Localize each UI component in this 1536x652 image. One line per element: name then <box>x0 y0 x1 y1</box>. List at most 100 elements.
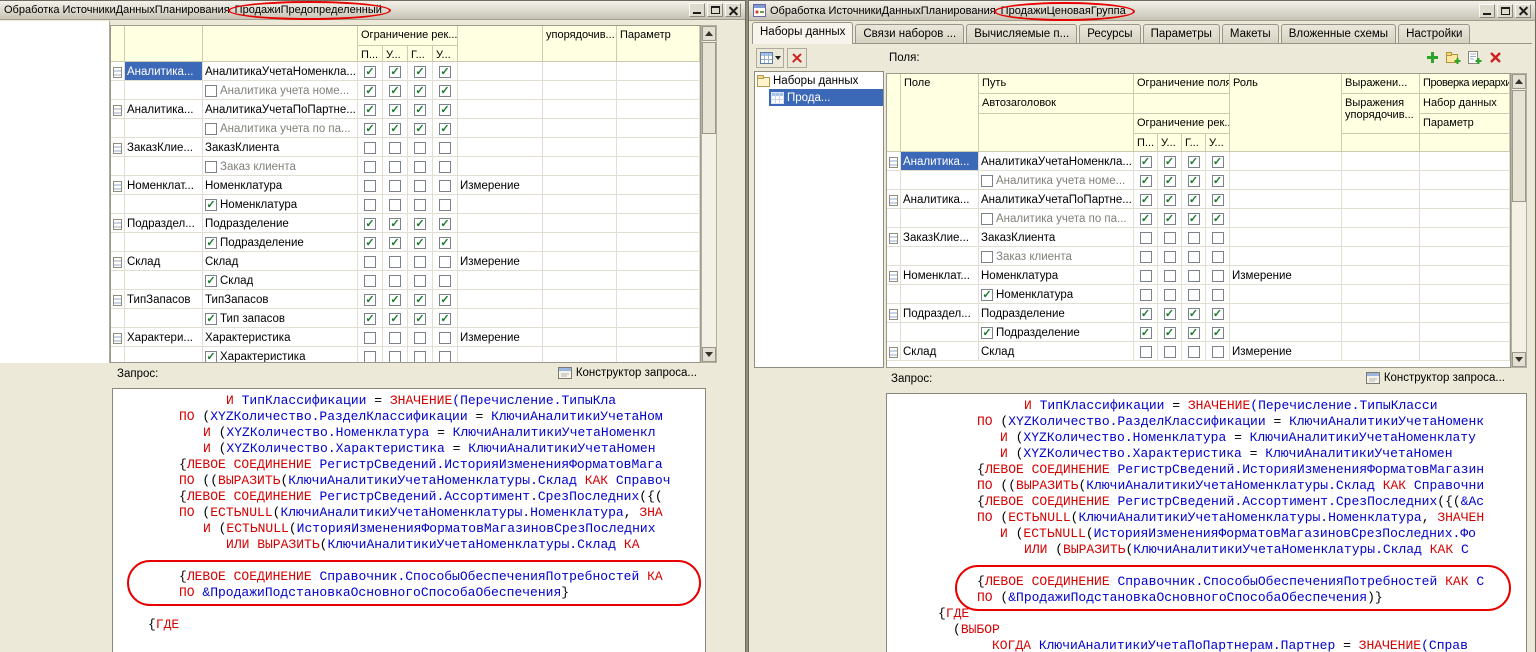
restriction-checkbox[interactable]: ✓ <box>1164 194 1176 206</box>
extra-cell-2[interactable] <box>617 271 700 289</box>
field-name-cell[interactable] <box>125 81 203 99</box>
field-path-cell[interactable]: Номенклатура <box>979 266 1134 284</box>
autotitle-checkbox[interactable]: ✓ <box>205 237 217 249</box>
restriction-checkbox[interactable]: ✓ <box>1188 327 1200 339</box>
restriction-checkbox[interactable]: ✓ <box>414 237 426 249</box>
extra-cell-1[interactable] <box>543 252 617 270</box>
field-row[interactable]: СкладСкладИзмерение <box>887 342 1510 361</box>
restriction-checkbox[interactable] <box>389 351 401 362</box>
restriction-checkbox[interactable]: ✓ <box>414 104 426 116</box>
restriction-checkbox[interactable] <box>1212 232 1224 244</box>
restriction-checkbox[interactable]: ✓ <box>1188 194 1200 206</box>
field-name-cell[interactable]: ТипЗапасов <box>125 290 203 308</box>
restriction-checkbox[interactable]: ✓ <box>1212 194 1224 206</box>
field-name-cell[interactable] <box>901 323 979 341</box>
field-path-cell[interactable]: Номенклатура <box>203 176 358 194</box>
restriction-checkbox[interactable]: ✓ <box>1164 327 1176 339</box>
restriction-checkbox[interactable]: ✓ <box>364 237 376 249</box>
restriction-checkbox[interactable] <box>364 275 376 287</box>
field-role-cell[interactable] <box>458 195 543 213</box>
restriction-checkbox[interactable]: ✓ <box>364 123 376 135</box>
restriction-checkbox[interactable] <box>389 142 401 154</box>
field-row[interactable]: Аналитика...АналитикаУчетаПоПартне...✓✓✓… <box>111 100 700 119</box>
extra-cell-1[interactable] <box>543 328 617 346</box>
field-path-cell[interactable]: ✓Номенклатура <box>203 195 358 213</box>
grid-scrollbar[interactable] <box>701 25 717 363</box>
tab-6[interactable]: Макеты <box>1222 24 1279 43</box>
restriction-checkbox[interactable]: ✓ <box>1140 308 1152 320</box>
restriction-checkbox[interactable]: ✓ <box>1164 308 1176 320</box>
field-path-cell[interactable]: Характеристика <box>203 328 358 346</box>
autotitle-row[interactable]: Аналитика учета по па...✓✓✓✓ <box>887 209 1510 228</box>
field-row[interactable]: Номенклат...НоменклатураИзмерение <box>887 266 1510 285</box>
extra-cell-2[interactable] <box>617 138 700 156</box>
field-name-cell[interactable] <box>125 309 203 327</box>
restriction-checkbox[interactable] <box>1188 270 1200 282</box>
extra-cell-1[interactable] <box>1342 285 1420 303</box>
field-path-cell[interactable]: ✓Подразделение <box>979 323 1134 341</box>
restriction-checkbox[interactable] <box>1212 251 1224 263</box>
autotitle-checkbox[interactable]: ✓ <box>981 289 993 301</box>
restriction-checkbox[interactable]: ✓ <box>389 294 401 306</box>
extra-cell-1[interactable] <box>543 119 617 137</box>
field-name-cell[interactable] <box>125 347 203 362</box>
autotitle-checkbox[interactable] <box>205 161 217 173</box>
query-builder-button[interactable]: Конструктор запроса... <box>558 366 697 380</box>
field-role-cell[interactable] <box>1230 209 1342 227</box>
extra-cell-1[interactable] <box>543 233 617 251</box>
field-name-cell[interactable]: Аналитика... <box>125 100 203 118</box>
autotitle-checkbox[interactable] <box>205 85 217 97</box>
field-role-cell[interactable] <box>1230 228 1342 246</box>
restriction-checkbox[interactable]: ✓ <box>414 294 426 306</box>
restriction-checkbox[interactable]: ✓ <box>1212 308 1224 320</box>
extra-cell-1[interactable] <box>1342 304 1420 322</box>
field-name-cell[interactable] <box>901 209 979 227</box>
restriction-checkbox[interactable]: ✓ <box>389 104 401 116</box>
extra-cell-2[interactable] <box>617 252 700 270</box>
restriction-checkbox[interactable]: ✓ <box>364 218 376 230</box>
extra-cell-1[interactable] <box>1342 209 1420 227</box>
scroll-down-button[interactable] <box>702 347 716 362</box>
field-name-cell[interactable] <box>125 233 203 251</box>
scrollbar-thumb[interactable] <box>1512 90 1526 202</box>
field-role-cell[interactable] <box>458 309 543 327</box>
restriction-checkbox[interactable] <box>389 161 401 173</box>
delete-dataset-button[interactable] <box>787 48 807 68</box>
dataset-tree[interactable]: Наборы данных Прода... <box>754 71 884 368</box>
extra-cell-1[interactable] <box>1342 342 1420 360</box>
restriction-checkbox[interactable] <box>1212 346 1224 358</box>
extra-cell-1[interactable] <box>543 138 617 156</box>
field-role-cell[interactable] <box>458 119 543 137</box>
extra-cell-1[interactable] <box>543 62 617 80</box>
restriction-checkbox[interactable]: ✓ <box>364 313 376 325</box>
field-role-cell[interactable] <box>1230 190 1342 208</box>
extra-cell-1[interactable] <box>543 290 617 308</box>
tab-7[interactable]: Вложенные схемы <box>1281 24 1396 43</box>
field-name-cell[interactable]: ЗаказКлие... <box>125 138 203 156</box>
minimize-button[interactable] <box>1479 4 1495 18</box>
restriction-checkbox[interactable] <box>1212 270 1224 282</box>
field-row[interactable]: Аналитика...АналитикаУчетаПоПартне...✓✓✓… <box>887 190 1510 209</box>
field-role-cell[interactable]: Измерение <box>458 328 543 346</box>
restriction-checkbox[interactable]: ✓ <box>414 123 426 135</box>
restriction-checkbox[interactable]: ✓ <box>1212 175 1224 187</box>
restriction-checkbox[interactable] <box>1188 289 1200 301</box>
scroll-up-button[interactable] <box>1512 74 1526 89</box>
field-role-cell[interactable] <box>1230 152 1342 170</box>
autotitle-row[interactable]: ✓Тип запасов✓✓✓✓ <box>111 309 700 328</box>
field-role-cell[interactable]: Измерение <box>1230 266 1342 284</box>
restriction-checkbox[interactable]: ✓ <box>1140 194 1152 206</box>
restriction-checkbox[interactable] <box>1188 232 1200 244</box>
field-role-cell[interactable] <box>458 347 543 362</box>
tab-8[interactable]: Настройки <box>1398 24 1470 43</box>
restriction-checkbox[interactable]: ✓ <box>1164 213 1176 225</box>
field-name-cell[interactable] <box>901 171 979 189</box>
restriction-checkbox[interactable] <box>389 275 401 287</box>
extra-cell-2[interactable] <box>617 119 700 137</box>
field-role-cell[interactable] <box>458 62 543 80</box>
restriction-checkbox[interactable] <box>414 332 426 344</box>
field-path-cell[interactable]: Заказ клиента <box>203 157 358 175</box>
extra-cell-1[interactable] <box>543 100 617 118</box>
field-name-cell[interactable] <box>125 271 203 289</box>
autotitle-row[interactable]: ✓Номенклатура <box>111 195 700 214</box>
